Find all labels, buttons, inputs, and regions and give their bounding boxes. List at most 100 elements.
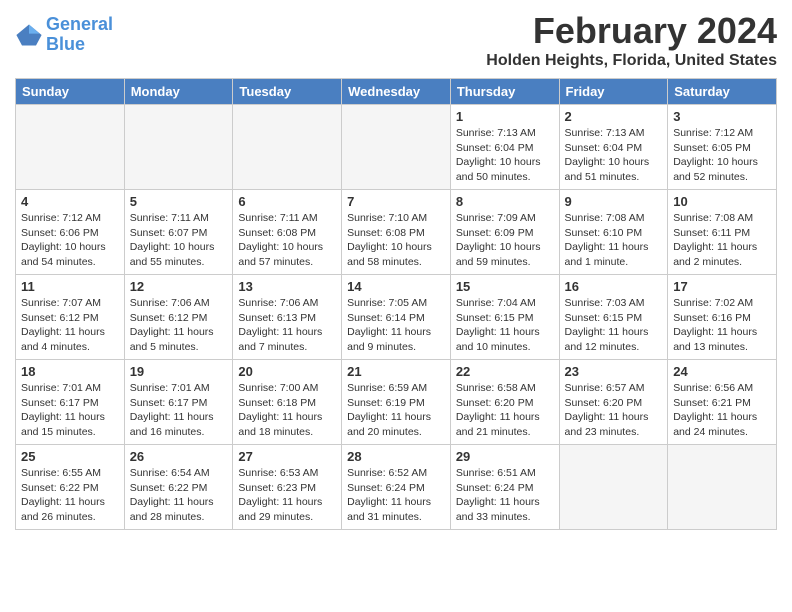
- day-number: 21: [347, 364, 445, 379]
- day-number: 27: [238, 449, 336, 464]
- calendar-cell: 20 Sunrise: 7:00 AM Sunset: 6:18 PM Dayli…: [233, 360, 342, 445]
- day-number: 17: [673, 279, 771, 294]
- day-number: 13: [238, 279, 336, 294]
- calendar-cell: 10 Sunrise: 7:08 AM Sunset: 6:11 PM Dayli…: [668, 190, 777, 275]
- day-number: 11: [21, 279, 119, 294]
- day-number: 18: [21, 364, 119, 379]
- day-info: Sunrise: 7:07 AM Sunset: 6:12 PM Dayligh…: [21, 296, 119, 355]
- calendar-cell: 26 Sunrise: 6:54 AM Sunset: 6:22 PM Dayli…: [124, 445, 233, 530]
- day-number: 16: [565, 279, 663, 294]
- day-info: Sunrise: 6:55 AM Sunset: 6:22 PM Dayligh…: [21, 466, 119, 525]
- calendar-cell: 2 Sunrise: 7:13 AM Sunset: 6:04 PM Daylig…: [559, 105, 668, 190]
- day-number: 22: [456, 364, 554, 379]
- calendar-cell: 9 Sunrise: 7:08 AM Sunset: 6:10 PM Daylig…: [559, 190, 668, 275]
- day-number: 9: [565, 194, 663, 209]
- calendar-cell: [233, 105, 342, 190]
- day-number: 28: [347, 449, 445, 464]
- calendar-cell: [668, 445, 777, 530]
- calendar-cell: 19 Sunrise: 7:01 AM Sunset: 6:17 PM Dayli…: [124, 360, 233, 445]
- day-info: Sunrise: 6:59 AM Sunset: 6:19 PM Dayligh…: [347, 381, 445, 440]
- day-number: 15: [456, 279, 554, 294]
- day-number: 6: [238, 194, 336, 209]
- calendar-cell: [342, 105, 451, 190]
- day-number: 4: [21, 194, 119, 209]
- weekday-friday: Friday: [559, 79, 668, 105]
- day-number: 23: [565, 364, 663, 379]
- day-info: Sunrise: 6:53 AM Sunset: 6:23 PM Dayligh…: [238, 466, 336, 525]
- page-header: General Blue February 2024 Holden Height…: [15, 10, 777, 70]
- day-info: Sunrise: 6:58 AM Sunset: 6:20 PM Dayligh…: [456, 381, 554, 440]
- calendar-cell: 25 Sunrise: 6:55 AM Sunset: 6:22 PM Dayli…: [16, 445, 125, 530]
- day-number: 20: [238, 364, 336, 379]
- day-number: 19: [130, 364, 228, 379]
- weekday-saturday: Saturday: [668, 79, 777, 105]
- day-info: Sunrise: 6:52 AM Sunset: 6:24 PM Dayligh…: [347, 466, 445, 525]
- calendar-cell: 29Sunrise: 6:51 AM Sunset: 6:24 PM Dayli…: [450, 445, 559, 530]
- day-info: Sunrise: 7:08 AM Sunset: 6:11 PM Dayligh…: [673, 211, 771, 270]
- calendar-cell: 27 Sunrise: 6:53 AM Sunset: 6:23 PM Dayli…: [233, 445, 342, 530]
- weekday-thursday: Thursday: [450, 79, 559, 105]
- day-info: Sunrise: 7:06 AM Sunset: 6:12 PM Dayligh…: [130, 296, 228, 355]
- weekday-monday: Monday: [124, 79, 233, 105]
- day-info: Sunrise: 6:57 AM Sunset: 6:20 PM Dayligh…: [565, 381, 663, 440]
- logo-line1: General: [46, 14, 113, 34]
- calendar-body: 1 Sunrise: 7:13 AM Sunset: 6:04 PM Daylig…: [16, 105, 777, 530]
- logo: General Blue: [15, 15, 113, 55]
- day-info: Sunrise: 7:09 AM Sunset: 6:09 PM Dayligh…: [456, 211, 554, 270]
- calendar-cell: 17 Sunrise: 7:02 AM Sunset: 6:16 PM Dayli…: [668, 275, 777, 360]
- calendar-cell: 5 Sunrise: 7:11 AM Sunset: 6:07 PM Daylig…: [124, 190, 233, 275]
- day-number: 2: [565, 109, 663, 124]
- month-title: February 2024: [486, 10, 777, 52]
- day-info: Sunrise: 7:01 AM Sunset: 6:17 PM Dayligh…: [130, 381, 228, 440]
- calendar-week-2: 4 Sunrise: 7:12 AM Sunset: 6:06 PM Daylig…: [16, 190, 777, 275]
- day-number: 24: [673, 364, 771, 379]
- day-number: 5: [130, 194, 228, 209]
- day-number: 29: [456, 449, 554, 464]
- calendar-cell: 12 Sunrise: 7:06 AM Sunset: 6:12 PM Dayli…: [124, 275, 233, 360]
- calendar-cell: 4 Sunrise: 7:12 AM Sunset: 6:06 PM Daylig…: [16, 190, 125, 275]
- calendar-week-4: 18 Sunrise: 7:01 AM Sunset: 6:17 PM Dayli…: [16, 360, 777, 445]
- day-info: Sunrise: 7:06 AM Sunset: 6:13 PM Dayligh…: [238, 296, 336, 355]
- day-number: 7: [347, 194, 445, 209]
- calendar-cell: 23 Sunrise: 6:57 AM Sunset: 6:20 PM Dayli…: [559, 360, 668, 445]
- calendar-cell: [124, 105, 233, 190]
- day-number: 8: [456, 194, 554, 209]
- day-info: Sunrise: 7:11 AM Sunset: 6:07 PM Dayligh…: [130, 211, 228, 270]
- day-number: 1: [456, 109, 554, 124]
- calendar-cell: [16, 105, 125, 190]
- calendar-cell: 21 Sunrise: 6:59 AM Sunset: 6:19 PM Dayli…: [342, 360, 451, 445]
- location-title: Holden Heights, Florida, United States: [486, 52, 777, 70]
- calendar-cell: 6Sunrise: 7:11 AM Sunset: 6:08 PM Daylig…: [233, 190, 342, 275]
- day-info: Sunrise: 7:02 AM Sunset: 6:16 PM Dayligh…: [673, 296, 771, 355]
- calendar-week-5: 25 Sunrise: 6:55 AM Sunset: 6:22 PM Dayli…: [16, 445, 777, 530]
- day-number: 10: [673, 194, 771, 209]
- day-info: Sunrise: 7:13 AM Sunset: 6:04 PM Dayligh…: [565, 126, 663, 185]
- calendar-cell: 7Sunrise: 7:10 AM Sunset: 6:08 PM Daylig…: [342, 190, 451, 275]
- day-info: Sunrise: 7:03 AM Sunset: 6:15 PM Dayligh…: [565, 296, 663, 355]
- day-number: 12: [130, 279, 228, 294]
- day-info: Sunrise: 7:12 AM Sunset: 6:06 PM Dayligh…: [21, 211, 119, 270]
- calendar-week-3: 11 Sunrise: 7:07 AM Sunset: 6:12 PM Dayli…: [16, 275, 777, 360]
- day-info: Sunrise: 7:05 AM Sunset: 6:14 PM Dayligh…: [347, 296, 445, 355]
- calendar-cell: 24 Sunrise: 6:56 AM Sunset: 6:21 PM Dayli…: [668, 360, 777, 445]
- day-info: Sunrise: 6:54 AM Sunset: 6:22 PM Dayligh…: [130, 466, 228, 525]
- day-info: Sunrise: 6:56 AM Sunset: 6:21 PM Dayligh…: [673, 381, 771, 440]
- day-number: 26: [130, 449, 228, 464]
- logo-icon: [15, 21, 43, 49]
- weekday-sunday: Sunday: [16, 79, 125, 105]
- day-info: Sunrise: 7:04 AM Sunset: 6:15 PM Dayligh…: [456, 296, 554, 355]
- day-number: 25: [21, 449, 119, 464]
- calendar-table: SundayMondayTuesdayWednesdayThursdayFrid…: [15, 78, 777, 530]
- day-info: Sunrise: 7:00 AM Sunset: 6:18 PM Dayligh…: [238, 381, 336, 440]
- calendar-cell: [559, 445, 668, 530]
- calendar-cell: 18 Sunrise: 7:01 AM Sunset: 6:17 PM Dayli…: [16, 360, 125, 445]
- title-area: February 2024 Holden Heights, Florida, U…: [486, 10, 777, 70]
- calendar-cell: 3Sunrise: 7:12 AM Sunset: 6:05 PM Daylig…: [668, 105, 777, 190]
- day-info: Sunrise: 7:12 AM Sunset: 6:05 PM Dayligh…: [673, 126, 771, 185]
- calendar-cell: 13 Sunrise: 7:06 AM Sunset: 6:13 PM Dayli…: [233, 275, 342, 360]
- day-info: Sunrise: 7:08 AM Sunset: 6:10 PM Dayligh…: [565, 211, 663, 270]
- day-info: Sunrise: 7:01 AM Sunset: 6:17 PM Dayligh…: [21, 381, 119, 440]
- calendar-week-1: 1 Sunrise: 7:13 AM Sunset: 6:04 PM Daylig…: [16, 105, 777, 190]
- weekday-tuesday: Tuesday: [233, 79, 342, 105]
- calendar-cell: 22 Sunrise: 6:58 AM Sunset: 6:20 PM Dayli…: [450, 360, 559, 445]
